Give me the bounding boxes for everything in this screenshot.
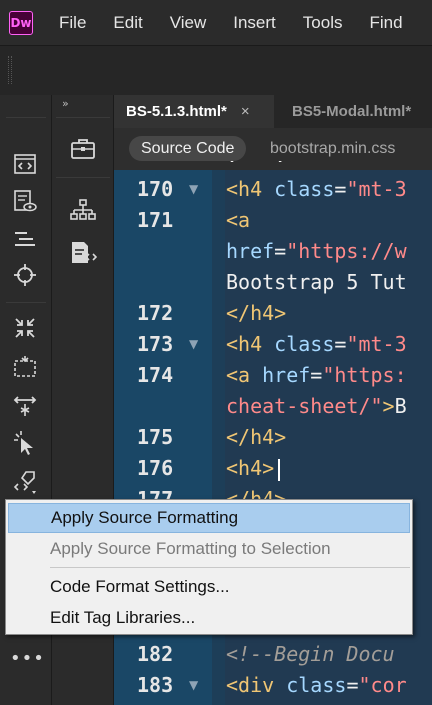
code-token: class: [274, 332, 335, 356]
pointer-icon[interactable]: [12, 430, 38, 456]
code-token: =: [274, 239, 287, 263]
menu-item-apply-source-formatting[interactable]: Apply Source Formatting: [8, 503, 410, 533]
code-line: <h4 class="mt-3: [226, 177, 407, 201]
dreamweaver-logo: Dw: [9, 10, 33, 35]
code-token: cheat-sheet/": [226, 394, 383, 418]
code-token: >: [382, 394, 395, 418]
menu-item-edit-tag-libraries[interactable]: Edit Tag Libraries...: [8, 603, 410, 633]
expand-icon[interactable]: [12, 315, 38, 341]
code-token: <a: [226, 363, 263, 387]
document-tabs: BS-5.1.3.html* × BS5-Modal.html*: [114, 95, 432, 128]
briefcase-icon[interactable]: [69, 135, 97, 163]
source-code-button[interactable]: Source Code: [129, 136, 247, 161]
code-line: </h4>: [226, 425, 286, 449]
tab-label: BS-5.1.3.html*: [126, 103, 227, 120]
tool-separator: [6, 302, 46, 303]
format-lines-icon[interactable]: [12, 226, 38, 252]
code-line: href="https://w: [226, 239, 407, 263]
menu-file[interactable]: File: [59, 13, 86, 33]
code-token: "cor: [358, 673, 407, 697]
menu-insert[interactable]: Insert: [233, 13, 276, 33]
line-number: 170: [137, 177, 174, 201]
close-icon[interactable]: ×: [241, 103, 250, 120]
related-file-link[interactable]: bootstrap.min.css: [270, 140, 395, 158]
code-token: href: [226, 239, 275, 263]
toolbar-grip[interactable]: [8, 56, 12, 84]
code-token: =: [310, 363, 323, 387]
code-token: <h4: [226, 332, 275, 356]
code-line: Bootstrap 5 Tut: [226, 270, 407, 294]
code-token: href: [262, 363, 311, 387]
menu-bar: Dw File Edit View Insert Tools Find: [0, 0, 432, 45]
code-token: <!--Begin Docu: [226, 642, 395, 666]
tab-bs5-modal[interactable]: BS5-Modal.html*: [280, 95, 423, 128]
line-number: 183: [137, 673, 174, 697]
code-token: <a: [226, 208, 251, 232]
code-line: <!--Begin Docu: [226, 642, 395, 666]
code-line: <div class="cor: [226, 673, 407, 697]
code-token: =: [334, 332, 347, 356]
code-line: </h4>: [226, 301, 286, 325]
menu-separator: [50, 567, 410, 568]
sitemap-icon[interactable]: [69, 197, 97, 225]
panel-separator: [56, 117, 110, 118]
clipped-line: . < .: [226, 161, 432, 170]
code-token: =: [334, 177, 347, 201]
code-token: "mt-3: [346, 332, 407, 356]
code-token: class: [286, 673, 347, 697]
text-caret: [278, 458, 281, 481]
code-token: <h4>: [226, 456, 275, 480]
toolbar-strip: [0, 45, 432, 95]
code-token: =: [346, 673, 359, 697]
code-token: </h4>: [226, 425, 287, 449]
code-token: </h4>: [226, 301, 287, 325]
code-token: <h4: [226, 177, 275, 201]
menu-tools[interactable]: Tools: [303, 13, 343, 33]
line-number: 173: [137, 332, 174, 356]
move-icon[interactable]: [12, 392, 38, 418]
code-line: <a: [226, 208, 250, 232]
fold-toggle-icon[interactable]: ▼: [189, 337, 198, 351]
target-icon[interactable]: [12, 262, 38, 288]
line-number: 176: [137, 456, 174, 480]
code-line: <a href="https:: [226, 363, 407, 387]
code-view-icon[interactable]: [12, 151, 38, 177]
collapse-panels-icon[interactable]: »: [62, 97, 69, 110]
code-line: <h4>: [226, 456, 281, 481]
code-line: cheat-sheet/">B: [226, 394, 407, 418]
fold-toggle-icon[interactable]: ▼: [189, 678, 198, 692]
select-box-icon[interactable]: [12, 354, 38, 380]
live-inspect-icon[interactable]: [12, 188, 38, 214]
menu-find[interactable]: Find: [369, 13, 402, 33]
context-menu: Apply Source Formatting Apply Source For…: [5, 499, 413, 635]
line-number: 175: [137, 425, 174, 449]
code-line: <h4 class="mt-3: [226, 332, 407, 356]
code-token: "mt-3: [346, 177, 407, 201]
menu-item-apply-formatting-selection: Apply Source Formatting to Selection: [50, 539, 331, 558]
tab-label: BS5-Modal.html*: [292, 103, 412, 120]
format-source-icon[interactable]: [12, 469, 38, 495]
tool-separator: [6, 117, 46, 118]
line-number: 174: [137, 363, 174, 387]
menu-item-code-format-settings[interactable]: Code Format Settings...: [8, 572, 410, 602]
line-number: 172: [137, 301, 174, 325]
panel-separator: [56, 177, 110, 178]
line-number: 182: [137, 642, 174, 666]
tab-bs-5-1-3[interactable]: BS-5.1.3.html* ×: [114, 95, 274, 128]
document-code-icon[interactable]: [69, 239, 97, 267]
more-tools-icon[interactable]: •••: [10, 648, 45, 669]
code-token: <div: [226, 673, 287, 697]
menu-view[interactable]: View: [170, 13, 207, 33]
code-token: "https://w: [286, 239, 407, 263]
menu-edit[interactable]: Edit: [113, 13, 142, 33]
fold-toggle-icon[interactable]: ▼: [189, 182, 198, 196]
code-token: B: [394, 394, 407, 418]
code-token: "https:: [322, 363, 407, 387]
code-token: class: [274, 177, 335, 201]
code-token: Bootstrap 5 Tut: [226, 270, 407, 294]
line-number: 171: [137, 208, 174, 232]
